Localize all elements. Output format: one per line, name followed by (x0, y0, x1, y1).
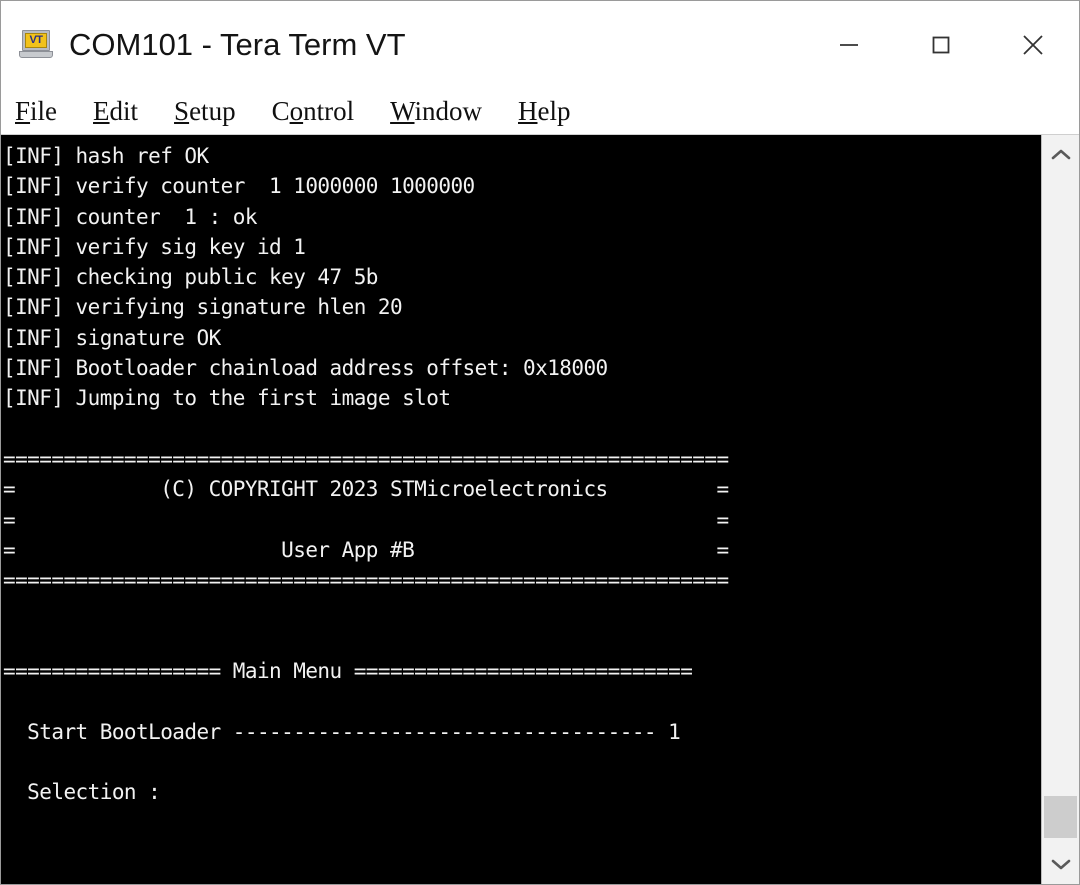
menu-rest-window: indow (414, 96, 483, 126)
title-bar: VT COM101 - Tera Term VT (1, 1, 1079, 89)
menu-rest-file: ile (30, 96, 58, 126)
maximize-icon (932, 36, 950, 54)
menu-accel-help: H (518, 96, 538, 126)
menu-rest-edit: dit (109, 96, 139, 126)
menu-rest-control: ntrol (303, 96, 355, 126)
terminal-line: [INF] counter 1 : ok (3, 204, 258, 229)
vertical-scrollbar[interactable] (1041, 135, 1079, 884)
chevron-up-icon (1051, 149, 1070, 160)
terminal-line: [INF] signature OK (3, 325, 221, 350)
terminal-line: [INF] hash ref OK (3, 144, 209, 168)
title-bar-left: VT COM101 - Tera Term VT (1, 27, 406, 63)
menu-item-window[interactable]: Window (390, 96, 482, 127)
terminal-line: Selection : (3, 780, 161, 805)
terminal-line: [INF] verify sig key id 1 (3, 234, 306, 259)
maximize-button[interactable] (895, 1, 987, 89)
menu-item-file[interactable]: File (15, 96, 57, 127)
laptop-base (19, 51, 53, 58)
terminal-line: = User App #B = (3, 537, 729, 562)
close-button[interactable] (987, 1, 1079, 89)
terminal-output[interactable]: [INF] hash ref OK [INF] verify counter 1 … (1, 135, 1041, 884)
laptop-screen-label: VT (25, 33, 47, 48)
terminal-line: Start BootLoader -----------------------… (3, 719, 681, 744)
menu-accel-file: F (15, 96, 31, 126)
scrollbar-down-button[interactable] (1042, 844, 1079, 884)
menu-accel-window: W (390, 96, 415, 126)
terminal-line: [INF] Bootloader chainload address offse… (3, 356, 608, 381)
window-controls (803, 1, 1079, 89)
minimize-button[interactable] (803, 1, 895, 89)
menu-accel-edit: E (93, 96, 110, 126)
menu-item-edit[interactable]: Edit (93, 96, 138, 127)
terminal-line: [INF] checking public key 47 5b (3, 265, 378, 290)
window-title: COM101 - Tera Term VT (69, 27, 406, 62)
terminal-line: ========================================… (3, 568, 729, 593)
terminal-line: [INF] Jumping to the first image slot (3, 386, 451, 411)
menu-item-help[interactable]: Help (518, 96, 571, 127)
scrollbar-thumb[interactable] (1044, 796, 1077, 838)
terminal-area: [INF] hash ref OK [INF] verify counter 1 … (1, 135, 1079, 884)
menu-pre-control: C (271, 96, 290, 126)
terminal-line: [INF] verifying signature hlen 20 (3, 295, 403, 320)
terminal-line: ========================================… (3, 446, 729, 471)
menu-rest-setup: etup (189, 96, 236, 126)
menu-bar: File Edit Setup Control Window Help (1, 89, 1079, 135)
terminal-line: [INF] verify counter 1 1000000 1000000 (3, 174, 475, 199)
teraterm-window: VT COM101 - Tera Term VT File Edit Setup… (0, 0, 1080, 885)
terminal-line: ================== Main Menu ===========… (3, 659, 693, 684)
menu-item-control[interactable]: Control (272, 96, 355, 127)
minimize-icon (840, 44, 858, 46)
menu-item-setup[interactable]: Setup (174, 96, 236, 127)
terminal-line: = = (3, 507, 729, 532)
scrollbar-up-button[interactable] (1042, 135, 1079, 175)
menu-rest-help: elp (537, 96, 571, 126)
teraterm-vt-laptop-icon: VT (19, 28, 53, 62)
terminal-line: = (C) COPYRIGHT 2023 STMicroelectronics … (3, 477, 729, 502)
close-icon (1023, 35, 1043, 55)
menu-accel-control: o (289, 96, 304, 126)
menu-accel-setup: S (174, 96, 190, 126)
scrollbar-track[interactable] (1042, 175, 1079, 844)
chevron-down-icon (1051, 859, 1070, 870)
